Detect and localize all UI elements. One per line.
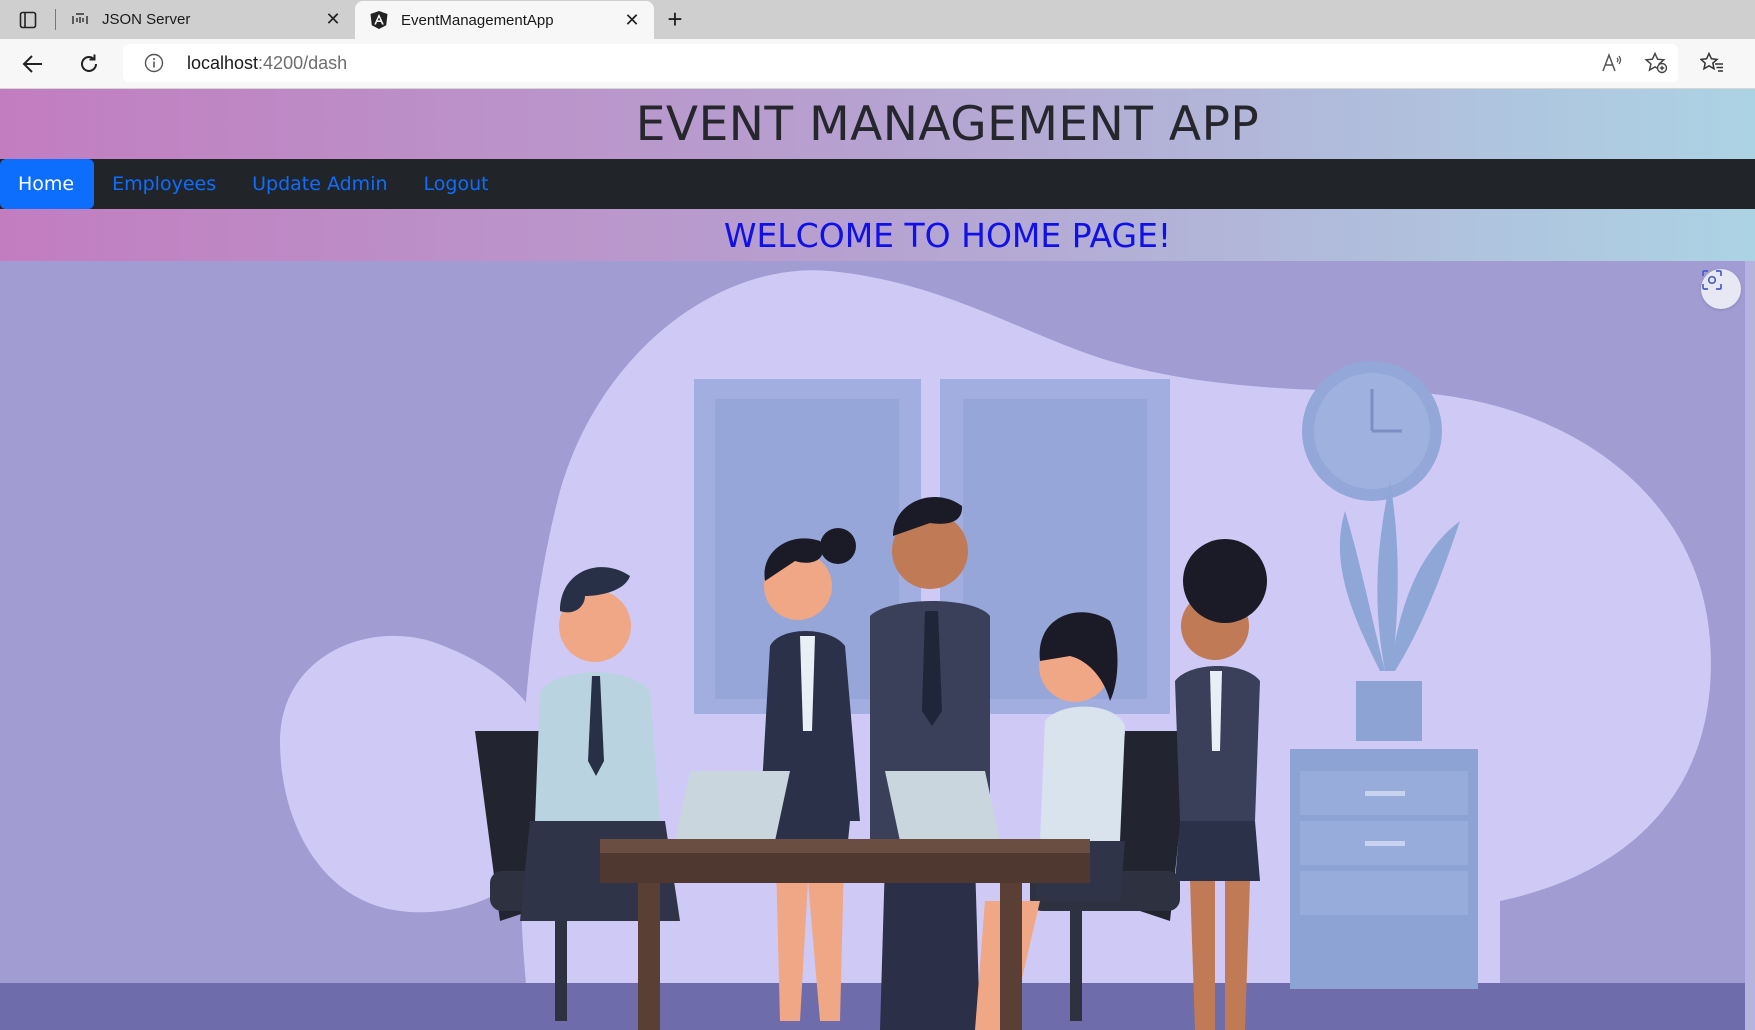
favorites-icon xyxy=(1700,52,1723,72)
refresh-button[interactable] xyxy=(66,44,112,84)
nav-update-admin[interactable]: Update Admin xyxy=(234,159,405,209)
page-content: EVENT MANAGEMENT APP Home Employees Upda… xyxy=(0,89,1755,1030)
tab-json-server[interactable]: JSON Server ✕ xyxy=(56,0,355,39)
back-arrow-icon xyxy=(22,54,42,73)
main-navbar: Home Employees Update Admin Logout xyxy=(0,159,1755,209)
office-team-illustration xyxy=(0,270,1755,1030)
favorites-button[interactable] xyxy=(1690,44,1734,82)
welcome-heading: WELCOME TO HOME PAGE! xyxy=(723,215,1172,255)
add-favorite-icon[interactable] xyxy=(1634,44,1678,82)
vertical-scrollbar[interactable] xyxy=(1745,261,1755,1030)
nav-home[interactable]: Home xyxy=(0,159,95,209)
url-host: localhost xyxy=(187,52,259,73)
back-button[interactable] xyxy=(10,44,56,84)
tab-actions-button[interactable] xyxy=(0,0,56,39)
plus-icon: + xyxy=(667,4,683,34)
visual-search-icon xyxy=(1702,270,1722,290)
browser-tab-strip: JSON Server ✕ EventManagementApp ✕ + xyxy=(0,0,1755,39)
nav-employees[interactable]: Employees xyxy=(94,159,234,209)
json-server-icon xyxy=(70,10,90,30)
tab-title: JSON Server xyxy=(102,11,191,28)
address-bar[interactable]: localhost:4200/dash xyxy=(123,44,1678,82)
new-tab-button[interactable]: + xyxy=(654,0,696,39)
visual-search-button[interactable] xyxy=(1701,269,1741,309)
url-path: :4200/dash xyxy=(258,52,348,73)
tab-actions-icon xyxy=(19,11,37,28)
close-tab-icon[interactable]: ✕ xyxy=(323,9,343,30)
app-title: EVENT MANAGEMENT APP xyxy=(635,96,1260,152)
site-info-icon[interactable] xyxy=(143,52,165,74)
read-aloud-icon[interactable] xyxy=(1590,44,1634,82)
close-tab-icon[interactable]: ✕ xyxy=(622,10,642,30)
browser-toolbar: localhost:4200/dash xyxy=(0,39,1755,89)
welcome-banner: WELCOME TO HOME PAGE! xyxy=(0,209,1755,261)
app-header: EVENT MANAGEMENT APP xyxy=(0,89,1755,159)
tab-event-management-app[interactable]: EventManagementApp ✕ xyxy=(355,1,654,39)
nav-logout[interactable]: Logout xyxy=(406,159,507,209)
hero-illustration xyxy=(0,261,1755,1030)
angular-icon xyxy=(369,10,389,30)
refresh-icon xyxy=(81,54,97,72)
tab-title: EventManagementApp xyxy=(401,11,554,29)
